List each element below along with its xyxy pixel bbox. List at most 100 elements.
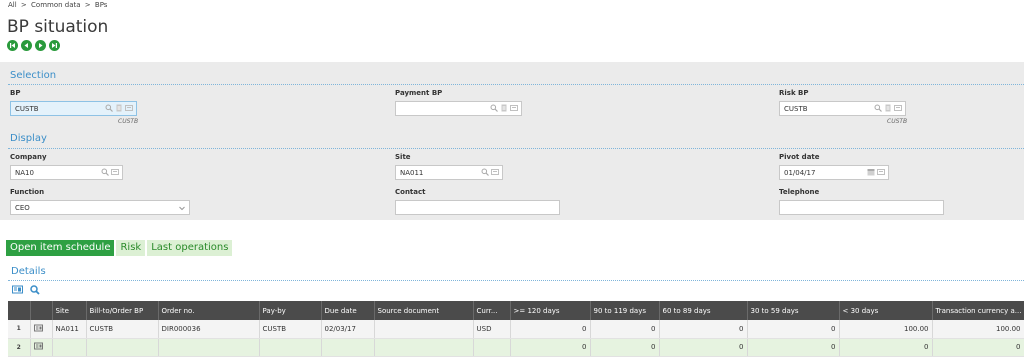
table-row[interactable]: 2 0 0 0 0 0 0 <box>8 338 1024 357</box>
column-header-pay-by[interactable]: Pay-by <box>259 301 322 320</box>
column-header-90-119-days[interactable]: 90 to 119 days <box>590 301 660 320</box>
function-select[interactable]: CEO <box>10 200 190 215</box>
pivot-date-value: 01/04/17 <box>784 169 816 177</box>
risk-bp-field[interactable]: CUSTB <box>779 101 906 116</box>
next-record-icon[interactable] <box>35 40 46 51</box>
risk-bp-description: CUSTB <box>887 118 908 125</box>
column-header-site[interactable]: Site <box>52 301 87 320</box>
bp-value: CUSTB <box>15 105 39 113</box>
table-row[interactable]: 1 NA011 CUSTB DIR000036 CUSTB 02/03/17 U… <box>8 320 1024 339</box>
search-icon[interactable] <box>481 168 489 176</box>
company-value: NA10 <box>15 169 34 177</box>
row-number: 1 <box>8 320 31 339</box>
breadcrumb-bps[interactable]: BPs <box>95 1 108 9</box>
card-view-icon[interactable] <box>12 285 23 297</box>
chevron-down-icon[interactable] <box>178 204 186 212</box>
tab-open-item-schedule[interactable]: Open item schedule <box>6 240 115 256</box>
cell-currency: USD <box>473 320 511 339</box>
column-header-order-no[interactable]: Order no. <box>158 301 260 320</box>
search-icon[interactable] <box>490 104 498 112</box>
cell-90-119-days: 0 <box>590 338 660 357</box>
cell-pay-by <box>259 338 322 357</box>
contact-field[interactable] <box>395 200 560 215</box>
column-header-currency[interactable]: Curr... <box>473 301 511 320</box>
function-value: CEO <box>15 204 30 212</box>
details-section-title: Details <box>11 266 46 277</box>
section-divider <box>8 280 1024 281</box>
breadcrumb: All > Common data > BPs <box>8 1 109 9</box>
details-toolbar <box>12 285 40 297</box>
payment-bp-field[interactable] <box>395 101 522 116</box>
tab-bar: Open item schedule Risk Last operations <box>6 240 233 256</box>
card-icon[interactable] <box>510 104 518 112</box>
site-value: NA011 <box>400 169 424 177</box>
cell-order-no: DIR000036 <box>158 320 260 339</box>
last-record-icon[interactable] <box>49 40 60 51</box>
cell-30-59-days: 0 <box>747 320 840 339</box>
search-icon[interactable] <box>101 168 109 176</box>
cell-transaction-currency: 100.00 <box>932 320 1024 339</box>
column-header-due-date[interactable]: Due date <box>321 301 375 320</box>
row-detail-icon[interactable] <box>30 320 53 339</box>
site-field[interactable]: NA011 <box>395 165 503 180</box>
card-icon[interactable] <box>491 168 499 176</box>
breadcrumb-separator: > <box>84 1 91 9</box>
column-header <box>8 301 31 320</box>
column-header-under-30-days[interactable]: < 30 days <box>839 301 933 320</box>
card-icon[interactable] <box>877 168 885 176</box>
section-divider <box>8 148 1024 149</box>
cell-bill-to: CUSTB <box>86 320 159 339</box>
previous-record-icon[interactable] <box>21 40 32 51</box>
search-icon[interactable] <box>874 104 882 112</box>
company-label: Company <box>10 153 47 161</box>
document-icon[interactable] <box>884 104 892 112</box>
card-icon[interactable] <box>894 104 902 112</box>
document-icon[interactable] <box>500 104 508 112</box>
document-icon[interactable] <box>115 104 123 112</box>
record-navigation <box>7 40 60 51</box>
criteria-panel: Selection BP CUSTB CUSTB Payment BP Risk… <box>0 62 1024 220</box>
row-number: 2 <box>8 338 31 357</box>
card-icon[interactable] <box>111 168 119 176</box>
pivot-date-field[interactable]: 01/04/17 <box>779 165 889 180</box>
column-header-30-59-days[interactable]: 30 to 59 days <box>747 301 840 320</box>
tab-last-operations[interactable]: Last operations <box>147 240 233 256</box>
search-icon[interactable] <box>30 285 40 297</box>
cell-under-30-days: 100.00 <box>839 320 933 339</box>
column-header-source-document[interactable]: Source document <box>374 301 474 320</box>
cell-120-days: 0 <box>510 338 591 357</box>
calendar-icon[interactable] <box>867 168 875 176</box>
company-field[interactable]: NA10 <box>10 165 123 180</box>
cell-site: NA011 <box>52 320 87 339</box>
breadcrumb-all[interactable]: All <box>8 1 17 9</box>
cell-currency <box>473 338 511 357</box>
cell-bill-to <box>86 338 159 357</box>
breadcrumb-common-data[interactable]: Common data <box>31 1 81 9</box>
table-header-row: Site Bill-to/Order BP Order no. Pay-by D… <box>8 301 1024 320</box>
telephone-label: Telephone <box>779 188 820 196</box>
selection-section-title: Selection <box>10 70 57 81</box>
pivot-date-label: Pivot date <box>779 153 820 161</box>
breadcrumb-separator: > <box>20 1 27 9</box>
cell-60-89-days: 0 <box>659 338 748 357</box>
cell-source-document <box>374 338 474 357</box>
section-divider <box>8 84 1024 85</box>
column-header <box>30 301 53 320</box>
column-header-120-days[interactable]: >= 120 days <box>510 301 591 320</box>
bp-field[interactable]: CUSTB <box>10 101 137 116</box>
open-item-table: Site Bill-to/Order BP Order no. Pay-by D… <box>8 301 1024 357</box>
risk-bp-label: Risk BP <box>779 89 809 97</box>
column-header-60-89-days[interactable]: 60 to 89 days <box>659 301 748 320</box>
display-section-title: Display <box>10 133 47 144</box>
column-header-transaction-currency[interactable]: Transaction currency a... <box>932 301 1024 320</box>
tab-risk[interactable]: Risk <box>116 240 146 256</box>
search-icon[interactable] <box>105 104 113 112</box>
bp-label: BP <box>10 89 21 97</box>
row-detail-icon[interactable] <box>30 338 53 357</box>
column-header-bill-to[interactable]: Bill-to/Order BP <box>86 301 159 320</box>
cell-due-date <box>321 338 375 357</box>
card-icon[interactable] <box>125 104 133 112</box>
first-record-icon[interactable] <box>7 40 18 51</box>
telephone-field[interactable] <box>779 200 944 215</box>
bp-description: CUSTB <box>118 118 139 125</box>
